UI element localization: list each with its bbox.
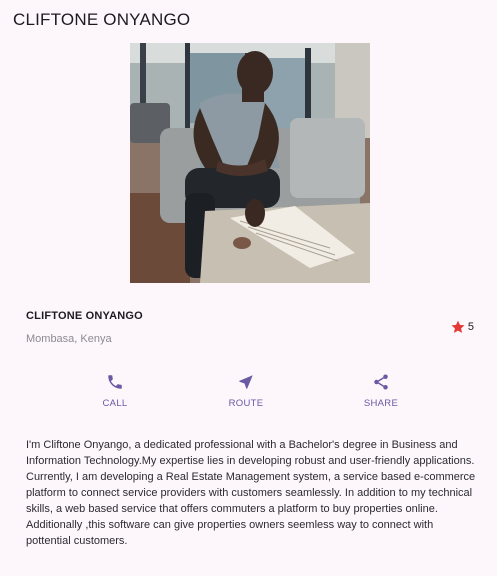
bio-text: I'm Cliftone Onyango, a dedicated profes… bbox=[26, 439, 476, 547]
navigation-icon bbox=[239, 375, 253, 389]
profile-name: CLIFTONE ONYANGO bbox=[26, 310, 143, 322]
share-icon bbox=[374, 374, 388, 390]
action-bar: CALL ROUTE SHARE bbox=[0, 372, 497, 416]
call-label: CALL bbox=[102, 398, 128, 409]
share-label: SHARE bbox=[363, 398, 399, 409]
route-button[interactable]: ROUTE bbox=[206, 372, 286, 409]
call-button[interactable]: CALL bbox=[75, 372, 155, 409]
share-button[interactable]: SHARE bbox=[341, 372, 421, 409]
rating-value: 5 bbox=[467, 321, 474, 333]
profile-photo bbox=[130, 43, 370, 283]
rating: 5 bbox=[450, 319, 474, 335]
phone-icon bbox=[108, 375, 122, 389]
star-icon bbox=[451, 320, 465, 333]
route-label: ROUTE bbox=[228, 398, 264, 409]
app-bar-title: CLIFTONE ONYANGO bbox=[13, 10, 191, 29]
profile-location: Mombasa, Kenya bbox=[26, 333, 112, 345]
